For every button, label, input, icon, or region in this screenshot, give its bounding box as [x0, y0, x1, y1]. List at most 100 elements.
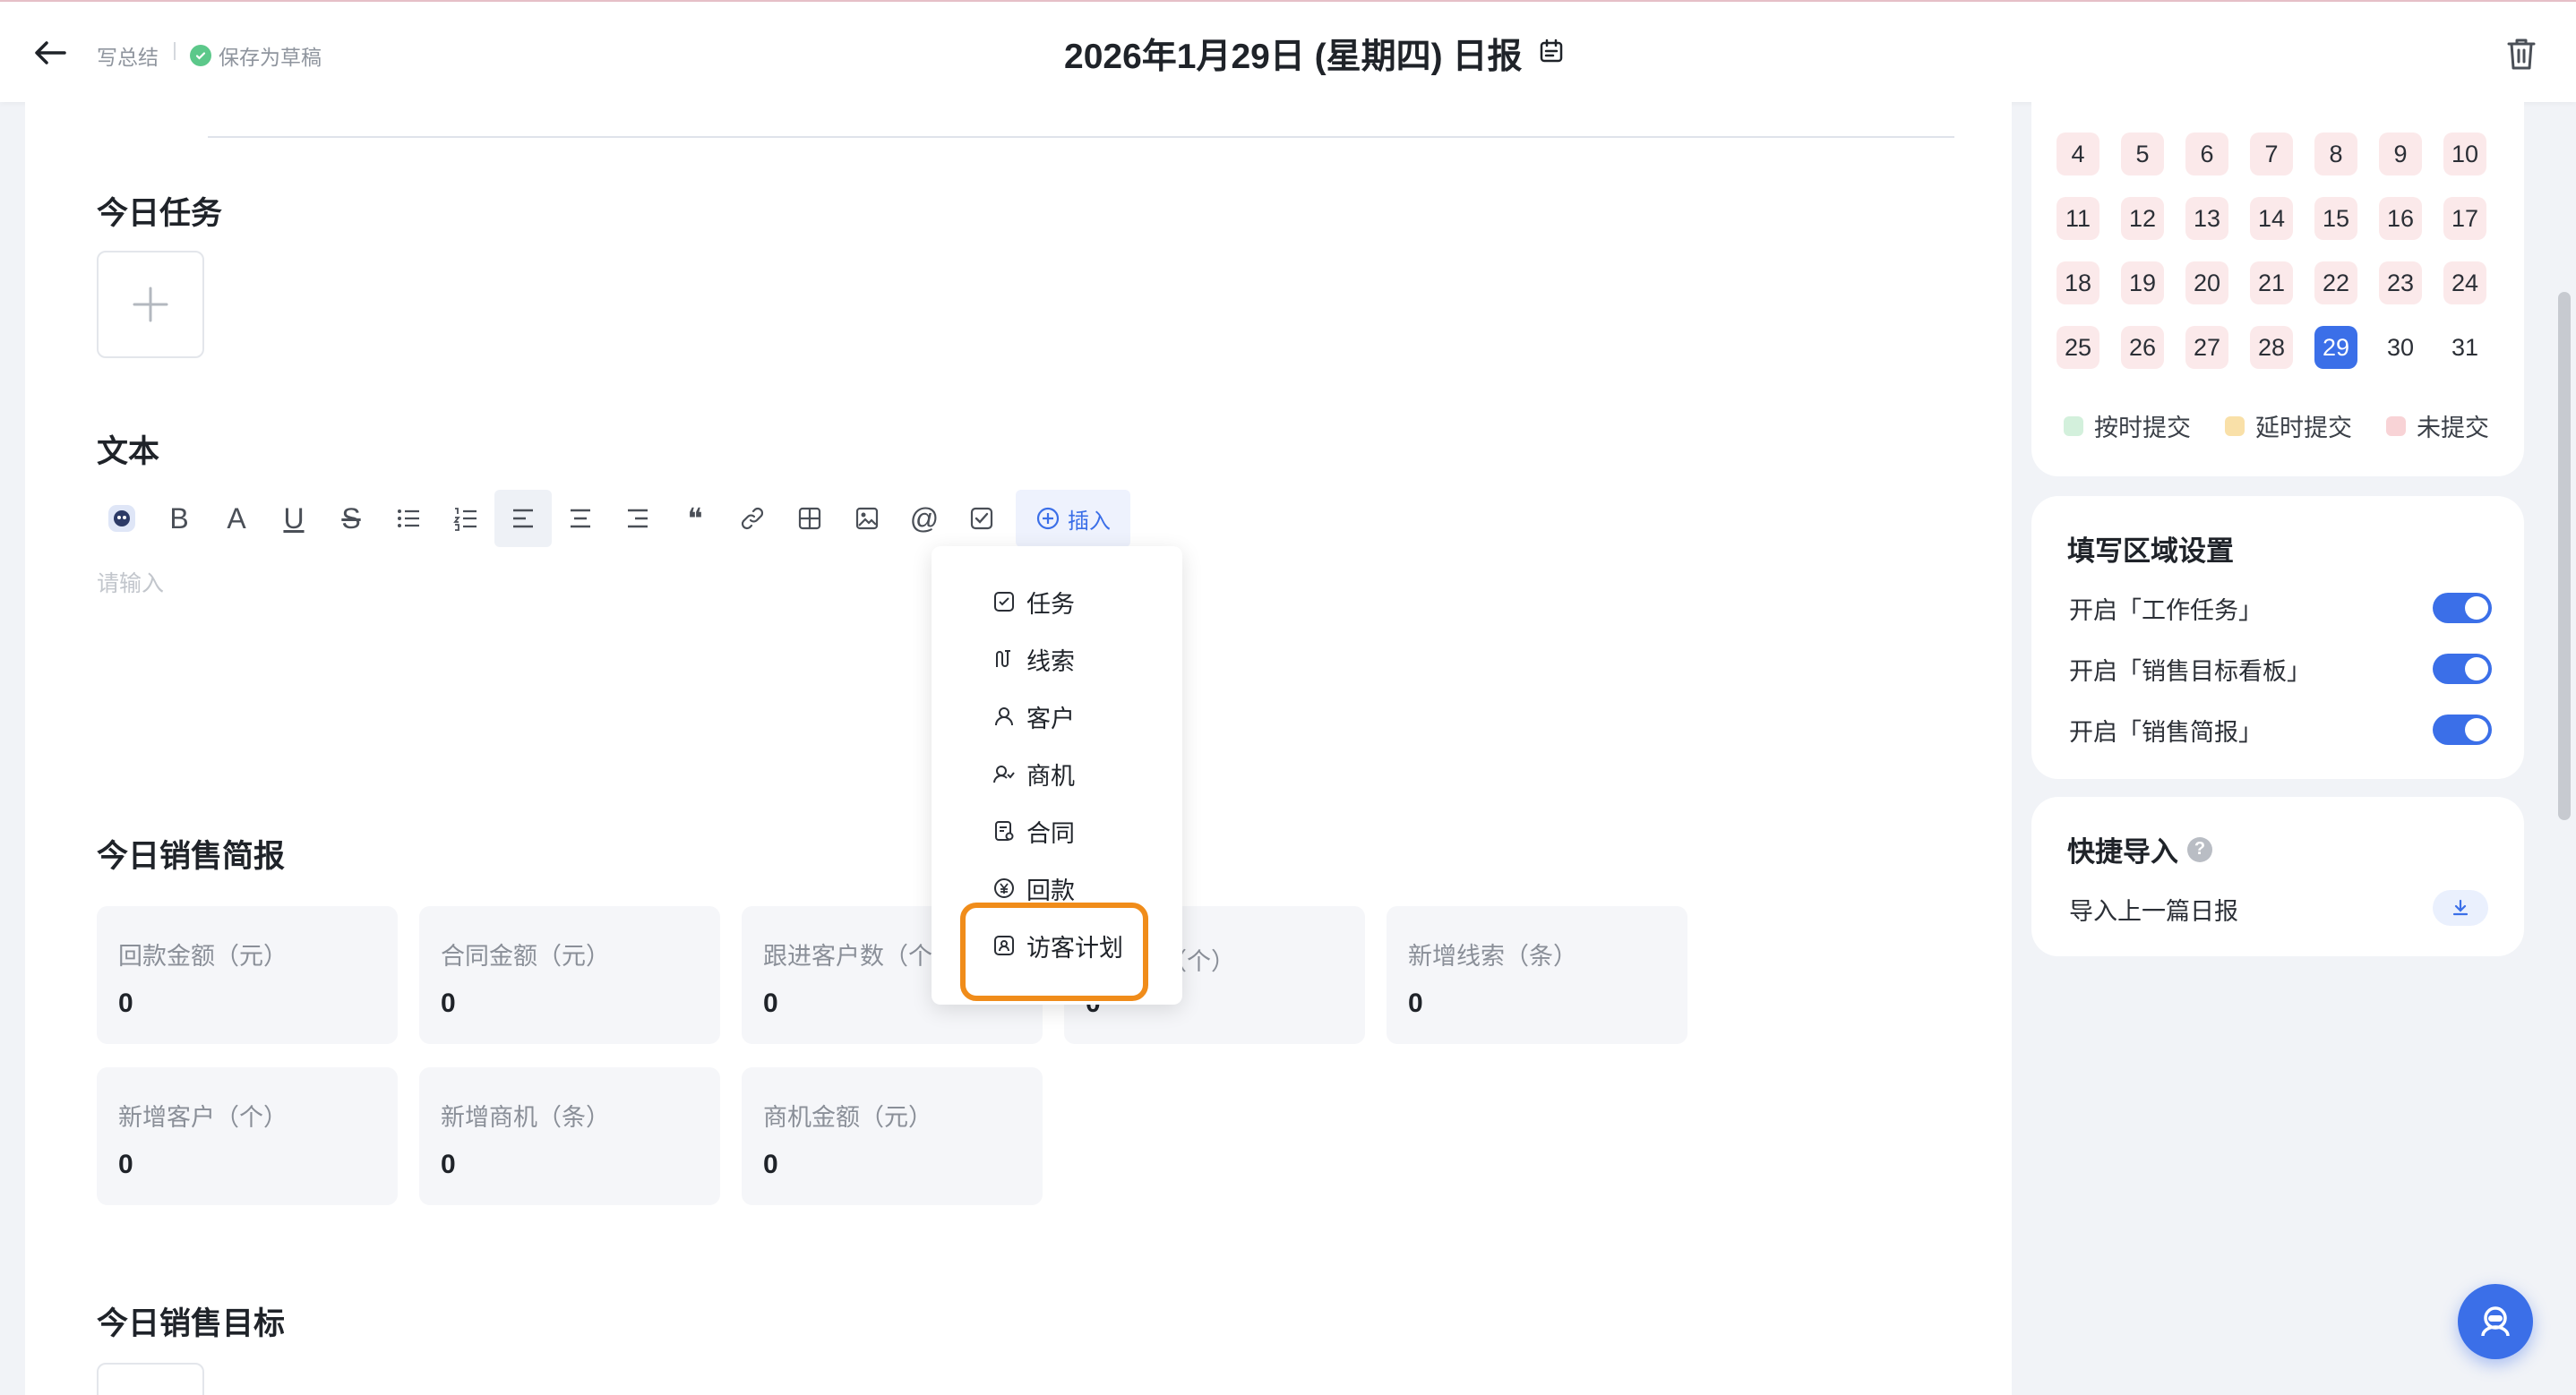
help-icon[interactable]: ? — [2187, 836, 2212, 862]
table-icon[interactable] — [781, 490, 838, 547]
add-target-button[interactable] — [97, 1363, 204, 1395]
calendar-day[interactable]: 21 — [2250, 261, 2293, 304]
calendar-day[interactable]: 7 — [2250, 133, 2293, 175]
setting-label: 开启「销售目标看板」 — [2069, 658, 2311, 685]
visit-plan-icon — [994, 936, 1014, 955]
calendar-icon[interactable] — [1538, 34, 1565, 73]
numbered-list-icon[interactable] — [437, 490, 494, 547]
stat-label: 回款金额（元） — [118, 943, 288, 970]
calendar-day[interactable]: 6 — [2185, 133, 2228, 175]
calendar-day[interactable]: 4 — [2057, 133, 2099, 175]
plus-icon — [133, 287, 168, 322]
calendar-day[interactable]: 26 — [2121, 326, 2164, 369]
toggle-work-tasks[interactable] — [2433, 593, 2492, 623]
calendar-day[interactable]: 17 — [2443, 197, 2486, 240]
calendar-day[interactable]: 16 — [2379, 197, 2422, 240]
stat-label: 跟进客户数（个 — [763, 943, 932, 970]
menu-item-visit-plan[interactable]: 访客计划 — [992, 920, 1123, 971]
sales-brief-title: 今日销售简报 — [97, 839, 286, 874]
menu-item-label: 任务 — [1026, 590, 1075, 618]
import-button[interactable] — [2433, 890, 2488, 926]
calendar-day[interactable]: 10 — [2443, 133, 2486, 175]
stat-value: 0 — [1408, 988, 1423, 1018]
stat-label: 商机金额（元） — [763, 1104, 932, 1131]
calendar-day[interactable]: 24 — [2443, 261, 2486, 304]
calendar-day[interactable]: 28 — [2250, 326, 2293, 369]
quick-import-panel — [2031, 797, 2524, 956]
calendar-day[interactable]: 27 — [2185, 326, 2228, 369]
calendar-day[interactable]: 18 — [2057, 261, 2099, 304]
add-task-button[interactable] — [97, 251, 204, 358]
stat-value: 0 — [441, 1150, 456, 1179]
underline-button[interactable]: U — [265, 490, 322, 547]
menu-item-lead[interactable]: 线索 — [992, 634, 1075, 684]
assistant-icon — [2481, 1306, 2510, 1337]
today-tasks-title: 今日任务 — [97, 196, 223, 231]
breadcrumb[interactable]: 写总结 — [97, 40, 159, 71]
align-right-icon[interactable] — [609, 490, 666, 547]
trash-icon[interactable] — [2504, 36, 2538, 72]
menu-item-payment[interactable]: 回款 — [992, 863, 1075, 913]
menu-item-customer[interactable]: 客户 — [992, 691, 1075, 741]
stat-card: 商机金额（元） 0 — [742, 1067, 1043, 1205]
stat-label: 合同金额（元） — [441, 943, 610, 970]
text-section-title: 文本 — [97, 434, 160, 469]
insert-button[interactable]: 插入 — [1016, 490, 1130, 547]
back-arrow-icon[interactable] — [32, 38, 68, 68]
setting-label: 开启「销售简报」 — [2069, 719, 2263, 746]
link-icon[interactable] — [724, 490, 781, 547]
calendar-day[interactable]: 13 — [2185, 197, 2228, 240]
calendar-day[interactable]: 12 — [2121, 197, 2164, 240]
text-editor-input[interactable]: 请输入 — [97, 566, 164, 598]
opportunity-icon — [993, 766, 1015, 783]
plus-circle-icon — [1036, 507, 1060, 530]
calendar-day[interactable]: 15 — [2314, 197, 2357, 240]
toggle-sales-brief[interactable] — [2433, 715, 2492, 745]
menu-item-contract[interactable]: 合同 — [992, 806, 1075, 856]
align-left-icon[interactable] — [494, 490, 552, 547]
stat-card: 新增客户（个） 0 — [97, 1067, 398, 1205]
calendar-day[interactable]: 5 — [2121, 133, 2164, 175]
bullet-list-icon[interactable] — [380, 490, 437, 547]
legend-label: 按时提交 — [2094, 415, 2191, 441]
quote-icon[interactable]: ❝ — [666, 490, 724, 547]
strikethrough-button[interactable]: S — [322, 490, 380, 547]
align-center-icon[interactable] — [552, 490, 609, 547]
user-icon — [995, 707, 1013, 726]
font-color-button[interactable]: A — [208, 490, 265, 547]
calendar-day[interactable]: 8 — [2314, 133, 2357, 175]
stat-value: 0 — [763, 988, 778, 1018]
draft-status-label: 保存为草稿 — [219, 46, 322, 69]
toggle-sales-target[interactable] — [2433, 654, 2492, 684]
menu-item-opportunity[interactable]: 商机 — [992, 749, 1075, 799]
mention-button[interactable]: @ — [896, 490, 953, 547]
assistant-fab[interactable] — [2458, 1284, 2533, 1359]
calendar-day[interactable]: 14 — [2250, 197, 2293, 240]
checkbox-icon[interactable] — [953, 490, 1010, 547]
stat-card: 新增线索（条） 0 — [1387, 906, 1687, 1044]
draft-status: 保存为草稿 — [190, 40, 322, 71]
calendar-day[interactable]: 19 — [2121, 261, 2164, 304]
calendar-day[interactable]: 22 — [2314, 261, 2357, 304]
calendar-day[interactable]: 9 — [2379, 133, 2422, 175]
stat-label: 新增商机（条） — [441, 1104, 610, 1131]
quick-import-title: 快捷导入 ? — [2067, 829, 2212, 869]
ai-assistant-icon[interactable] — [93, 490, 150, 547]
calendar-day[interactable]: 20 — [2185, 261, 2228, 304]
calendar-day[interactable]: 23 — [2379, 261, 2422, 304]
calendar-day[interactable]: 25 — [2057, 326, 2099, 369]
scrollbar[interactable] — [2558, 292, 2571, 820]
stat-card: 新增商机（条） 0 — [419, 1067, 720, 1205]
menu-item-task[interactable]: 任务 — [992, 577, 1075, 627]
image-icon[interactable] — [838, 490, 896, 547]
calendar-day-selected[interactable]: 29 — [2314, 326, 2357, 369]
setting-label: 开启「工作任务」 — [2069, 597, 2263, 624]
editor-toolbar: B A U S ❝ @ 插入 — [93, 489, 1130, 548]
stat-label: 新增线索（条） — [1408, 943, 1577, 970]
bold-button[interactable]: B — [150, 490, 208, 547]
calendar-day[interactable]: 30 — [2379, 326, 2422, 369]
legend-item: 按时提交 — [2064, 408, 2191, 443]
calendar-day[interactable]: 31 — [2443, 326, 2486, 369]
stat-card: 合同金额（元） 0 — [419, 906, 720, 1044]
calendar-day[interactable]: 11 — [2057, 197, 2099, 240]
